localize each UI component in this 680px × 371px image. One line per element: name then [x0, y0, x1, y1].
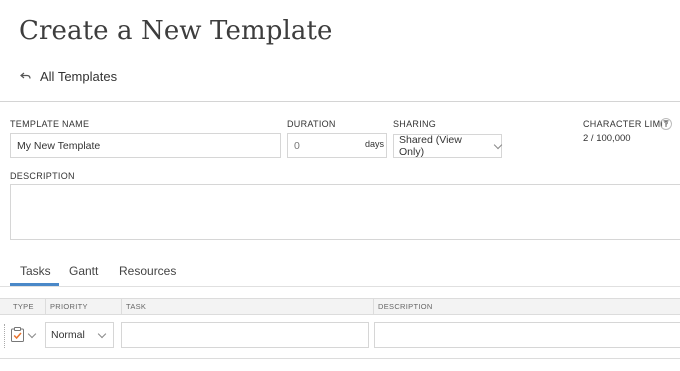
page-title: Create a New Template: [19, 16, 333, 46]
column-header-priority[interactable]: PRIORITY: [45, 299, 121, 314]
tab-gantt[interactable]: Gantt: [69, 264, 98, 278]
column-header-type[interactable]: TYPE: [9, 299, 45, 314]
sharing-value: Shared (View Only): [399, 134, 462, 158]
help-icon[interactable]: ?: [660, 118, 672, 130]
duration-value: 0: [294, 139, 300, 152]
back-arrow-icon: [20, 72, 31, 79]
template-name-label: TEMPLATE NAME: [10, 119, 90, 129]
all-templates-link[interactable]: All Templates: [19, 69, 117, 84]
chevron-down-icon: [97, 329, 107, 338]
grid-header: TYPE PRIORITY TASK DESCRIPTION: [0, 298, 680, 315]
back-link-label: All Templates: [40, 69, 118, 84]
template-name-value: My New Template: [17, 139, 101, 152]
priority-value: Normal: [51, 329, 85, 341]
grid-bottom-divider: [0, 358, 680, 359]
type-chevron-down-icon[interactable]: [27, 329, 37, 339]
chevron-down-icon: [493, 140, 503, 149]
task-input[interactable]: [121, 322, 369, 348]
task-check-icon[interactable]: [11, 327, 24, 342]
column-header-task[interactable]: TASK: [121, 299, 373, 314]
description-textarea[interactable]: [10, 184, 680, 240]
tab-resources[interactable]: Resources: [119, 264, 176, 278]
column-header-description[interactable]: DESCRIPTION: [373, 299, 680, 314]
template-name-input[interactable]: My New Template: [10, 133, 281, 158]
priority-select[interactable]: Normal: [45, 322, 114, 348]
sharing-label: SHARING: [393, 119, 437, 129]
row-description-input[interactable]: [374, 322, 680, 348]
sharing-select[interactable]: Shared (View Only): [393, 134, 503, 158]
divider: [0, 101, 680, 102]
tabs-divider: [0, 286, 680, 287]
character-count: 2 / 100,000: [583, 133, 631, 144]
row-drag-handle[interactable]: [4, 324, 6, 348]
tab-tasks[interactable]: Tasks: [20, 264, 51, 278]
duration-unit: days: [365, 139, 385, 149]
duration-label: DURATION: [287, 119, 336, 129]
description-label: DESCRIPTION: [10, 171, 75, 181]
character-limit-label: CHARACTER LIMIT: [583, 119, 670, 129]
